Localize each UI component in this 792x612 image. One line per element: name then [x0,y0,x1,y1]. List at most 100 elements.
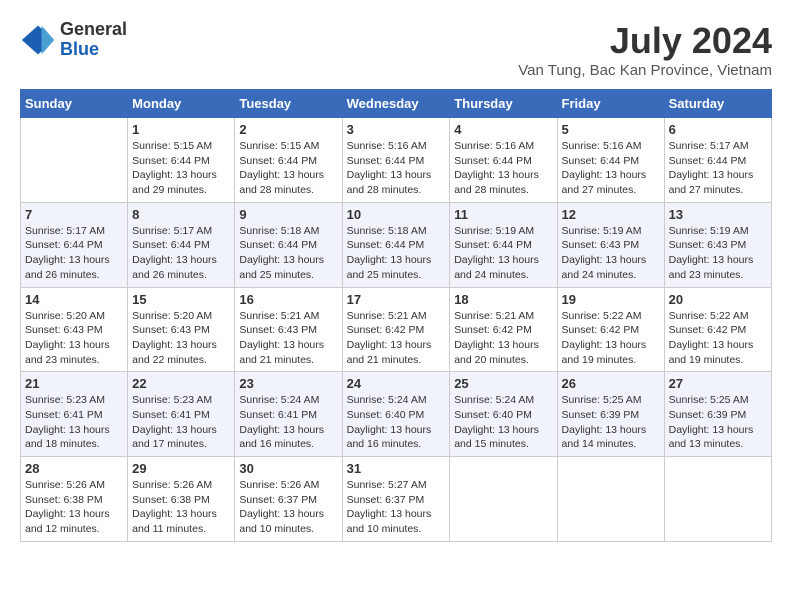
day-detail: Sunrise: 5:18 AMSunset: 6:44 PMDaylight:… [239,224,337,283]
day-number: 29 [132,461,230,476]
day-cell: 8Sunrise: 5:17 AMSunset: 6:44 PMDaylight… [128,202,235,287]
day-detail: Sunrise: 5:21 AMSunset: 6:42 PMDaylight:… [454,309,552,368]
day-detail: Sunrise: 5:16 AMSunset: 6:44 PMDaylight:… [347,139,446,198]
month-year: July 2024 [518,20,772,62]
week-row-2: 7 Sunrise: 5:17 AMSunset: 6:44 PMDaylight… [21,202,772,287]
day-number: 17 [347,292,446,307]
logo-text: General Blue [60,20,127,60]
col-header-thursday: Thursday [450,90,557,118]
day-number: 5 [562,122,660,137]
day-detail: Sunrise: 5:20 AMSunset: 6:43 PMDaylight:… [132,309,230,368]
day-cell: 13 Sunrise: 5:19 AMSunset: 6:43 PMDayligh… [664,202,771,287]
day-number: 10 [347,207,446,222]
day-cell: 24 Sunrise: 5:24 AMSunset: 6:40 PMDayligh… [342,372,450,457]
day-number: 13 [669,207,767,222]
day-cell: 1 Sunrise: 5:15 AMSunset: 6:44 PMDaylight… [128,118,235,203]
day-number: 11 [454,207,552,222]
logo-line2: Blue [60,40,127,60]
day-detail: Sunrise: 5:19 AMSunset: 6:44 PMDaylight:… [454,224,552,283]
day-cell: 16Sunrise: 5:21 AMSunset: 6:43 PMDayligh… [235,287,342,372]
day-cell: 6 Sunrise: 5:17 AMSunset: 6:44 PMDaylight… [664,118,771,203]
day-number: 19 [562,292,660,307]
day-detail: Sunrise: 5:17 AMSunset: 6:44 PMDaylight:… [669,139,767,198]
day-cell [664,457,771,542]
day-number: 23 [239,376,337,391]
logo: General Blue [20,20,127,60]
day-detail: Sunrise: 5:24 AMSunset: 6:40 PMDaylight:… [347,393,446,452]
day-cell: 4 Sunrise: 5:16 AMSunset: 6:44 PMDaylight… [450,118,557,203]
day-cell: 31 Sunrise: 5:27 AMSunset: 6:37 PMDayligh… [342,457,450,542]
day-detail: Sunrise: 5:20 AMSunset: 6:43 PMDaylight:… [25,309,123,368]
day-cell: 19 Sunrise: 5:22 AMSunset: 6:42 PMDayligh… [557,287,664,372]
day-cell: 12 Sunrise: 5:19 AMSunset: 6:43 PMDayligh… [557,202,664,287]
day-cell: 5 Sunrise: 5:16 AMSunset: 6:44 PMDaylight… [557,118,664,203]
days-header-row: SundayMondayTuesdayWednesdayThursdayFrid… [21,90,772,118]
day-number: 3 [347,122,446,137]
col-header-tuesday: Tuesday [235,90,342,118]
day-detail: Sunrise: 5:17 AMSunset: 6:44 PMDaylight:… [25,224,123,283]
day-detail: Sunrise: 5:25 AMSunset: 6:39 PMDaylight:… [562,393,660,452]
day-cell [557,457,664,542]
day-detail: Sunrise: 5:19 AMSunset: 6:43 PMDaylight:… [669,224,767,283]
day-detail: Sunrise: 5:24 AMSunset: 6:41 PMDaylight:… [239,393,337,452]
day-cell: 14Sunrise: 5:20 AMSunset: 6:43 PMDayligh… [21,287,128,372]
day-number: 2 [239,122,337,137]
day-number: 4 [454,122,552,137]
calendar-table: SundayMondayTuesdayWednesdayThursdayFrid… [20,89,772,542]
day-detail: Sunrise: 5:21 AMSunset: 6:43 PMDaylight:… [239,309,337,368]
day-number: 21 [25,376,123,391]
day-cell: 10 Sunrise: 5:18 AMSunset: 6:44 PMDayligh… [342,202,450,287]
day-detail: Sunrise: 5:24 AMSunset: 6:40 PMDaylight:… [454,393,552,452]
day-number: 25 [454,376,552,391]
day-number: 30 [239,461,337,476]
day-cell: 20Sunrise: 5:22 AMSunset: 6:42 PMDayligh… [664,287,771,372]
day-cell: 21Sunrise: 5:23 AMSunset: 6:41 PMDayligh… [21,372,128,457]
day-cell: 7 Sunrise: 5:17 AMSunset: 6:44 PMDaylight… [21,202,128,287]
col-header-monday: Monday [128,90,235,118]
day-cell: 27 Sunrise: 5:25 AMSunset: 6:39 PMDayligh… [664,372,771,457]
day-detail: Sunrise: 5:22 AMSunset: 6:42 PMDaylight:… [562,309,660,368]
day-detail: Sunrise: 5:15 AMSunset: 6:44 PMDaylight:… [239,139,337,198]
day-detail: Sunrise: 5:26 AMSunset: 6:38 PMDaylight:… [25,478,123,537]
day-detail: Sunrise: 5:21 AMSunset: 6:42 PMDaylight:… [347,309,446,368]
day-number: 7 [25,207,123,222]
day-number: 26 [562,376,660,391]
day-cell [450,457,557,542]
day-cell: 18 Sunrise: 5:21 AMSunset: 6:42 PMDayligh… [450,287,557,372]
day-cell: 25 Sunrise: 5:24 AMSunset: 6:40 PMDayligh… [450,372,557,457]
day-detail: Sunrise: 5:18 AMSunset: 6:44 PMDaylight:… [347,224,446,283]
day-number: 9 [239,207,337,222]
day-detail: Sunrise: 5:25 AMSunset: 6:39 PMDaylight:… [669,393,767,452]
day-number: 24 [347,376,446,391]
col-header-wednesday: Wednesday [342,90,450,118]
day-number: 1 [132,122,230,137]
day-number: 22 [132,376,230,391]
day-cell [21,118,128,203]
day-detail: Sunrise: 5:27 AMSunset: 6:37 PMDaylight:… [347,478,446,537]
day-number: 8 [132,207,230,222]
day-number: 18 [454,292,552,307]
day-detail: Sunrise: 5:19 AMSunset: 6:43 PMDaylight:… [562,224,660,283]
logo-line1: General [60,20,127,40]
day-number: 6 [669,122,767,137]
day-cell: 29 Sunrise: 5:26 AMSunset: 6:38 PMDayligh… [128,457,235,542]
day-detail: Sunrise: 5:15 AMSunset: 6:44 PMDaylight:… [132,139,230,198]
day-cell: 22 Sunrise: 5:23 AMSunset: 6:41 PMDayligh… [128,372,235,457]
col-header-saturday: Saturday [664,90,771,118]
week-row-1: 1 Sunrise: 5:15 AMSunset: 6:44 PMDaylight… [21,118,772,203]
day-detail: Sunrise: 5:26 AMSunset: 6:37 PMDaylight:… [239,478,337,537]
day-number: 12 [562,207,660,222]
week-row-4: 21 Sunrise: 5:23 AMSunset: 6:41 PMDayligh… [21,372,772,457]
day-number: 27 [669,376,767,391]
day-detail: Sunrise: 5:26 AMSunset: 6:38 PMDaylight:… [132,478,230,537]
day-number: 31 [347,461,446,476]
day-cell: 23 Sunrise: 5:24 AMSunset: 6:41 PMDayligh… [235,372,342,457]
day-cell: 9 Sunrise: 5:18 AMSunset: 6:44 PMDaylight… [235,202,342,287]
week-row-5: 28Sunrise: 5:26 AMSunset: 6:38 PMDayligh… [21,457,772,542]
day-detail: Sunrise: 5:16 AMSunset: 6:44 PMDaylight:… [562,139,660,198]
day-cell: 17 Sunrise: 5:21 AMSunset: 6:42 PMDayligh… [342,287,450,372]
day-detail: Sunrise: 5:16 AMSunset: 6:44 PMDaylight:… [454,139,552,198]
page-header: General Blue July 2024 Van Tung, Bac Kan… [20,20,772,79]
title-area: July 2024 Van Tung, Bac Kan Province, Vi… [518,20,772,79]
day-detail: Sunrise: 5:23 AMSunset: 6:41 PMDaylight:… [132,393,230,452]
